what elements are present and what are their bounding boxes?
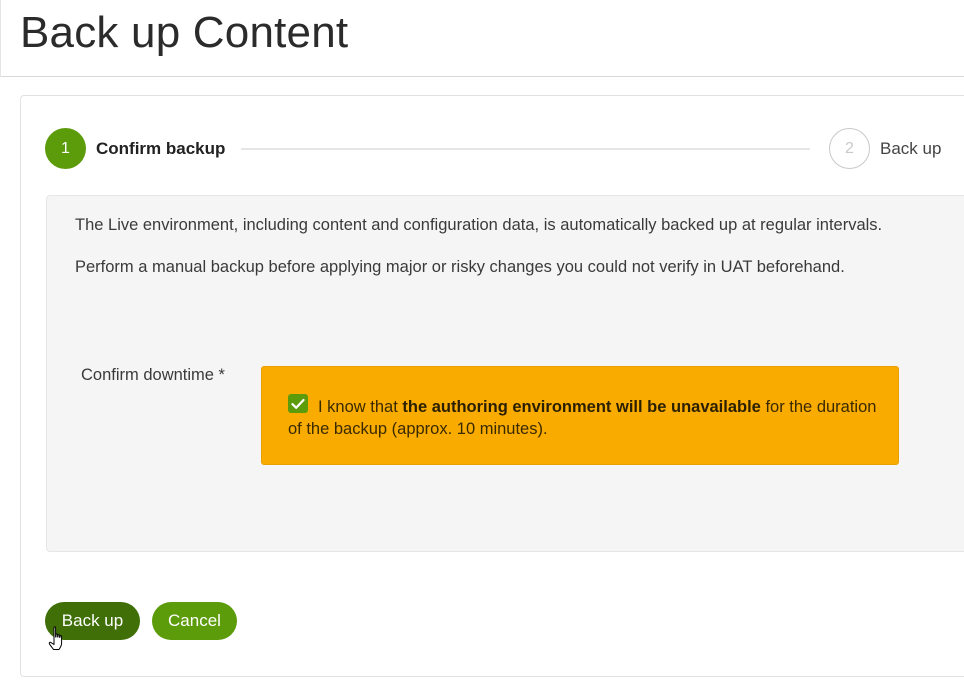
step-2-label: Back up: [880, 139, 942, 158]
step-2-indicator: 2: [829, 128, 870, 169]
checkmark-icon: [291, 398, 305, 409]
step-1-indicator: 1: [45, 128, 86, 169]
confirm-downtime-checkbox[interactable]: [288, 394, 308, 413]
confirm-text-before: I know that: [318, 398, 403, 416]
page-header: Back up Content: [0, 0, 964, 77]
cancel-button[interactable]: Cancel: [152, 602, 237, 640]
step-1-number: 1: [61, 139, 70, 157]
step-1-label: Confirm backup: [96, 139, 226, 158]
stepper-connector: [241, 148, 810, 150]
info-paragraph-1: The Live environment, including content …: [75, 216, 883, 234]
hand-pointer-icon: [48, 626, 63, 650]
confirm-downtime-text: I know that the authoring environment wi…: [288, 396, 878, 440]
confirm-downtime-label: Confirm downtime *: [81, 366, 225, 384]
page-title: Back up Content: [20, 8, 349, 57]
header-left-border: [0, 0, 1, 77]
confirm-text-bold: the authoring environment will be unavai…: [402, 398, 761, 416]
step-2-number: 2: [845, 139, 854, 157]
info-paragraph-2: Perform a manual backup before applying …: [75, 258, 845, 276]
